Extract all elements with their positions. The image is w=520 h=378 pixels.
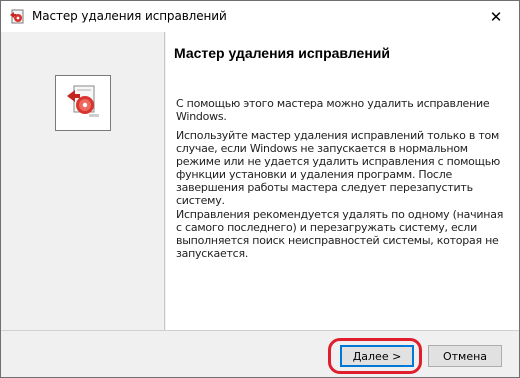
- button-bar: Далее > Отмена: [1, 331, 519, 377]
- page-title: Мастер удаления исправлений: [174, 45, 390, 61]
- wizard-sidebar: [1, 32, 165, 330]
- title-bar: Мастер удаления исправлений ✕: [1, 1, 519, 32]
- cancel-button[interactable]: Отмена: [428, 345, 502, 367]
- uninstall-package-icon: [63, 81, 103, 126]
- intro-text: С помощью этого мастера можно удалить ис…: [176, 97, 490, 123]
- uninstall-wizard-icon: [9, 9, 25, 25]
- close-button[interactable]: ✕: [473, 1, 519, 32]
- wizard-window: Мастер удаления исправлений ✕ Мастер уда…: [0, 0, 520, 378]
- usage-text: Используйте мастер удаления исправлений …: [176, 129, 500, 207]
- window-title: Мастер удаления исправлений: [32, 9, 227, 23]
- wizard-content: Мастер удаления исправлений С помощью эт…: [166, 32, 519, 330]
- next-button[interactable]: Далее >: [340, 345, 414, 367]
- wizard-image-frame: [55, 75, 111, 131]
- recommendation-text: Исправления рекомендуется удалять по одн…: [176, 208, 504, 260]
